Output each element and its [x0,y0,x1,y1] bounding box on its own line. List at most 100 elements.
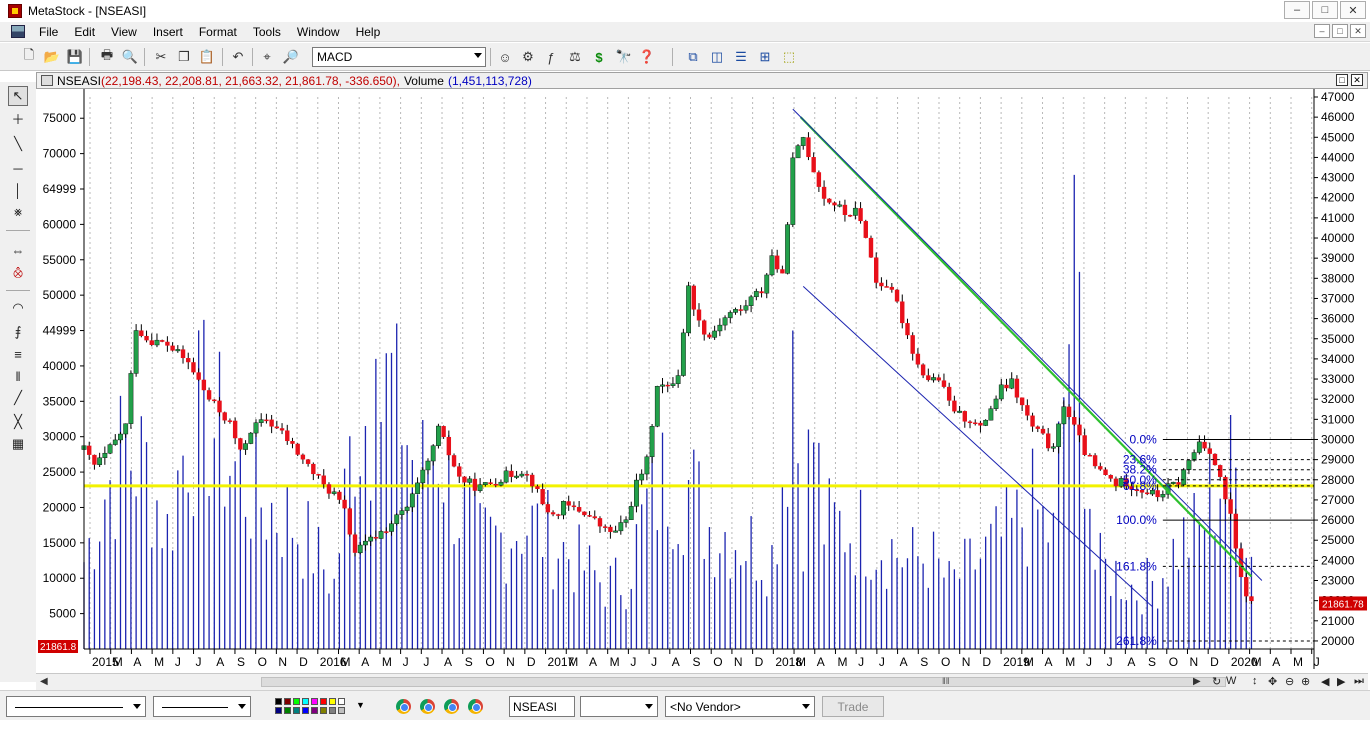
line-weight-select[interactable] [153,696,251,717]
color-swatch[interactable] [320,707,327,714]
menu-format[interactable]: Format [191,25,245,39]
color-swatch[interactable] [275,698,282,705]
trendline-tool-icon[interactable]: ╲ [8,134,28,154]
system-tester-icon[interactable]: ⚖ [566,48,584,66]
copy-icon[interactable]: ❐ [175,48,193,66]
crosshair-tool-icon[interactable]: ＋ [8,108,28,128]
print-icon[interactable]: 🖶 [98,47,116,66]
color-swatch[interactable] [338,707,345,714]
tile-grid-icon[interactable]: ⊞ [756,48,774,66]
color-swatch[interactable] [302,707,309,714]
binoculars-icon[interactable]: 🔭 [615,48,633,66]
color-swatch[interactable] [293,707,300,714]
vendor-select[interactable]: <No Vendor> [665,696,815,717]
formula-icon[interactable]: ƒ [542,48,560,66]
crosshair-icon[interactable]: ⌖ [258,48,276,66]
symbol-input[interactable]: NSEASI [509,696,575,717]
menu-edit[interactable]: Edit [66,25,103,39]
move-icon[interactable]: ✥ [1268,675,1277,688]
color-swatch[interactable] [320,698,327,705]
fibonacci-retracement-tool-icon[interactable]: ≡ [8,344,28,364]
tile-vertical-icon[interactable]: ◫ [708,48,726,66]
color-swatch[interactable] [338,698,345,705]
close-button[interactable]: ✕ [1340,1,1366,19]
maximize-button[interactable]: □ [1312,1,1338,19]
buy-sell-arrow-tool-icon[interactable]: ⨶ [8,264,28,284]
color-swatch[interactable] [329,698,336,705]
chart-maximize-button[interactable]: □ [1336,74,1348,86]
new-file-icon[interactable]: 🗋 [20,47,38,66]
arrange-icons-icon[interactable]: ⬚ [780,48,798,66]
scroll-back-icon[interactable]: ◀ [1321,675,1329,688]
speed-lines-tool-icon[interactable]: ╱ [8,388,28,408]
palette-dropdown-icon[interactable]: ▼ [356,700,365,710]
menu-window[interactable]: Window [289,25,348,39]
zoom-icon[interactable]: 🔎 [282,48,300,66]
menu-file[interactable]: File [31,25,66,39]
minimize-button[interactable]: – [1284,1,1310,19]
scroll-left-icon[interactable]: ◀ [40,676,48,687]
zoom-in-icon[interactable]: ⊕ [1301,675,1310,688]
browser-icon[interactable] [420,699,435,714]
scroll-grip-icon[interactable]: ‖‖ [942,676,949,686]
color-swatch[interactable] [284,707,291,714]
indicator-select[interactable]: MACD [312,47,486,67]
save-icon[interactable]: 💾 [66,48,84,66]
periodicity-button[interactable]: W [1226,675,1236,687]
refresh-icon[interactable]: ↻ [1212,675,1221,688]
paste-icon[interactable]: 📋 [198,48,216,66]
color-swatch[interactable] [329,707,336,714]
print-preview-icon[interactable]: 🔍 [121,48,139,66]
trade-button[interactable]: Trade [822,696,884,717]
scroll-end-icon[interactable]: ⏭ [1354,675,1364,688]
scroll-forward-icon[interactable]: ▶ [1337,675,1345,688]
exchange-select[interactable] [580,696,658,717]
menu-tools[interactable]: Tools [245,25,289,39]
zoom-out-icon[interactable]: ⊖ [1285,675,1294,688]
vertical-line-tool-icon[interactable]: │ [8,180,28,200]
menu-insert[interactable]: Insert [145,25,191,39]
horizontal-scrollbar[interactable]: ‖‖ [261,676,1226,687]
doc-close-button[interactable]: ✕ [1350,24,1366,38]
menu-help[interactable]: Help [348,25,389,39]
fibonacci-time-zones-tool-icon[interactable]: ‖ [8,366,28,386]
document-chart-icon[interactable] [11,25,25,38]
fibonacci-fan-tool-icon[interactable]: ⨎ [8,322,28,342]
tile-horizontal-icon[interactable]: ☰ [732,48,750,66]
pitchfork-tool-icon[interactable]: ⨳ [8,202,28,222]
help-pointer-icon[interactable]: ❓ [638,48,656,66]
browser-icon[interactable] [396,699,411,714]
doc-restore-button[interactable]: □ [1332,24,1348,38]
dollar-icon[interactable]: $ [590,48,608,66]
explorer-icon[interactable]: ⚙ [519,48,537,66]
fibonacci-arcs-tool-icon[interactable]: ◠ [8,298,28,318]
gann-grid-tool-icon[interactable]: ▦ [8,434,28,454]
color-swatch[interactable] [293,698,300,705]
color-swatch[interactable] [302,698,309,705]
color-swatch[interactable] [275,707,282,714]
color-swatch[interactable] [311,707,318,714]
color-palette[interactable]: ▼ [272,697,368,717]
chart-area[interactable]: 0.0% 23.6% 38.2% 50.0% 61.8% 100.0% 161.8% 261.… [36,89,1368,673]
color-swatch[interactable] [284,698,291,705]
line-style-select[interactable] [6,696,146,717]
scroll-right-icon[interactable]: ▶ [1193,676,1201,687]
undo-icon[interactable]: ↶ [229,48,247,66]
gann-fan-tool-icon[interactable]: ╳ [8,412,28,432]
scroll-tool-icon[interactable]: ⇔ [8,240,28,260]
cascade-windows-icon[interactable]: ⧉ [684,48,702,66]
menu-view[interactable]: View [103,25,145,39]
pointer-tool-icon[interactable]: ↖ [8,86,28,106]
cut-icon[interactable]: ✂ [152,48,170,66]
open-folder-icon[interactable]: 📂 [43,48,61,66]
horizontal-line-tool-icon[interactable]: ─ [8,158,28,178]
chart-header: NSEASI (22,198.43, 22,208.81, 21,663.32,… [36,72,1368,89]
vertical-scale-icon[interactable]: ↕ [1252,675,1258,687]
chart-close-button[interactable]: ✕ [1351,74,1363,86]
color-swatch[interactable] [311,698,318,705]
browser-icon[interactable] [444,699,459,714]
price-chart[interactable]: 0.0%23.6%38.2%50.0%61.8%100.0%161.8%261.… [36,89,1368,673]
browser-icon[interactable] [468,699,483,714]
expert-advisor-icon[interactable]: ☺ [496,48,514,66]
doc-minimize-button[interactable]: – [1314,24,1330,38]
